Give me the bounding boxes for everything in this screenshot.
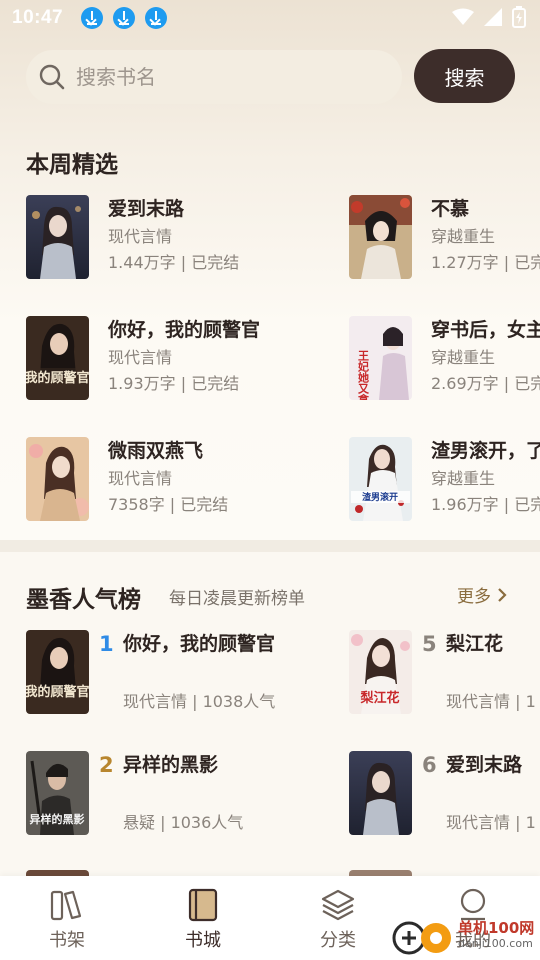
book-stats: 7358字 | 已完结 — [108, 495, 229, 514]
book-stats: 悬疑 | 1036人气 — [123, 813, 244, 832]
more-link[interactable]: 更多 — [457, 582, 507, 607]
book-title: 你好，我的顾警官 — [123, 633, 276, 655]
chevron-right-icon — [498, 587, 507, 602]
book-cover — [349, 195, 412, 279]
cover-title: 王妃她又拿了 — [357, 350, 371, 400]
book-stats: 1.27万字 | 已完 — [431, 253, 540, 272]
ranking-item[interactable]: 6 爱到末路 现代言情 | 1 — [349, 751, 536, 835]
book-stats: 现代言情 | 1038人气 — [123, 692, 276, 711]
nav-bookshelf[interactable]: 书架 — [22, 888, 112, 952]
watermark-text: 单机100网 — [458, 919, 535, 937]
watermark-logo — [392, 921, 451, 955]
nav-category[interactable]: 分类 — [293, 888, 383, 952]
layers-icon — [321, 889, 355, 921]
ranking-item[interactable]: 异样的黑影 2 异样的黑影 悬疑 | 1036人气 — [26, 751, 243, 835]
rank-number: 1 — [99, 632, 114, 656]
nav-bookstore[interactable]: 书城 — [158, 888, 248, 952]
book-store-icon — [188, 888, 218, 922]
book-cover — [26, 437, 89, 521]
watermark-url: danji100.com — [458, 937, 533, 950]
book-genre: 穿越重生 — [431, 227, 496, 246]
book-genre: 现代言情 — [108, 227, 173, 246]
book-title: 爱到末路 — [108, 198, 185, 220]
bookshelf-icon — [50, 890, 82, 921]
book-cover: 我的顾警官 — [26, 630, 89, 714]
cover-title: 我的顾警官 — [26, 370, 89, 386]
cover-title: 梨江花 — [359, 690, 399, 706]
book-item[interactable]: 不慕 穿越重生 1.27万字 | 已完 — [349, 195, 540, 279]
rank-number: 6 — [422, 753, 437, 777]
book-title: 梨江花 — [446, 633, 504, 655]
more-label: 更多 — [457, 587, 491, 607]
ranking-subtitle: 每日凌晨更新榜单 — [169, 589, 305, 609]
book-cover: 渣男滚开 — [349, 437, 412, 521]
download-icon — [81, 7, 104, 29]
cover-title: 我的顾警官 — [26, 684, 89, 700]
weekly-picks-title: 本周精选 — [26, 152, 118, 178]
ranking-item[interactable]: 我的顾警官 1 你好，我的顾警官 现代言情 | 1038人气 — [26, 630, 275, 714]
cover-title: 异样的黑影 — [30, 812, 85, 826]
nav-label: 书城 — [185, 930, 221, 951]
book-genre: 穿越重生 — [431, 348, 496, 367]
book-title: 不慕 — [431, 198, 470, 220]
rank-number: 5 — [422, 632, 437, 656]
book-stats: 现代言情 | 1 — [446, 813, 536, 832]
search-bar[interactable] — [26, 50, 402, 104]
watermark: 单机100网 danji100.com — [392, 914, 534, 958]
ranking-title: 墨香人气榜 — [26, 587, 141, 613]
signal-icon — [484, 8, 502, 26]
search-button[interactable]: 搜索 — [414, 49, 515, 103]
battery-icon — [512, 6, 526, 28]
book-genre: 穿越重生 — [431, 469, 496, 488]
status-time: 10:47 — [12, 7, 64, 28]
book-title: 异样的黑影 — [123, 754, 219, 776]
book-cover: 我的顾警官 — [26, 316, 89, 400]
book-stats: 2.69万字 | 已完 — [431, 374, 540, 393]
book-item[interactable]: 微雨双燕飞 现代言情 7358字 | 已完结 — [26, 437, 228, 521]
wifi-icon — [452, 8, 474, 25]
book-item[interactable]: 渣男滚开 渣男滚开，了 穿越重生 1.96万字 | 已完 — [349, 437, 540, 521]
book-item[interactable]: 王妃她又拿了 穿书后，女主 穿越重生 2.69万字 | 已完 — [349, 316, 540, 400]
book-title: 渣男滚开，了 — [431, 440, 540, 462]
search-input[interactable] — [76, 65, 376, 89]
book-cover — [26, 195, 89, 279]
book-stats: 现代言情 | 1 — [446, 692, 536, 711]
book-title: 微雨双燕飞 — [108, 440, 204, 462]
book-cover — [349, 751, 412, 835]
book-cover: 梨江花 — [349, 630, 412, 714]
book-title: 你好，我的顾警官 — [108, 319, 261, 341]
book-item[interactable]: 我的顾警官 你好，我的顾警官 现代言情 1.93万字 | 已完结 — [26, 316, 260, 400]
nav-label: 书架 — [49, 930, 85, 951]
book-title: 爱到末路 — [446, 754, 523, 776]
section-divider — [0, 540, 540, 552]
book-item[interactable]: 爱到末路 现代言情 1.44万字 | 已完结 — [26, 195, 239, 279]
ranking-item[interactable]: 梨江花 5 梨江花 现代言情 | 1 — [349, 630, 536, 714]
status-bar: 10:47 — [0, 0, 540, 36]
cover-title: 渣男滚开 — [362, 491, 398, 503]
book-cover: 异样的黑影 — [26, 751, 89, 835]
book-genre: 现代言情 — [108, 348, 173, 367]
book-title: 穿书后，女主 — [431, 319, 540, 341]
download-icon — [113, 7, 136, 29]
book-stats: 1.93万字 | 已完结 — [108, 374, 240, 393]
book-genre: 现代言情 — [108, 469, 173, 488]
book-cover: 王妃她又拿了 — [349, 316, 412, 400]
book-stats: 1.44万字 | 已完结 — [108, 253, 240, 272]
download-icon — [145, 7, 168, 29]
book-stats: 1.96万字 | 已完 — [431, 495, 540, 514]
rank-number: 2 — [99, 753, 114, 777]
nav-label: 分类 — [320, 930, 356, 951]
search-icon — [39, 64, 65, 90]
